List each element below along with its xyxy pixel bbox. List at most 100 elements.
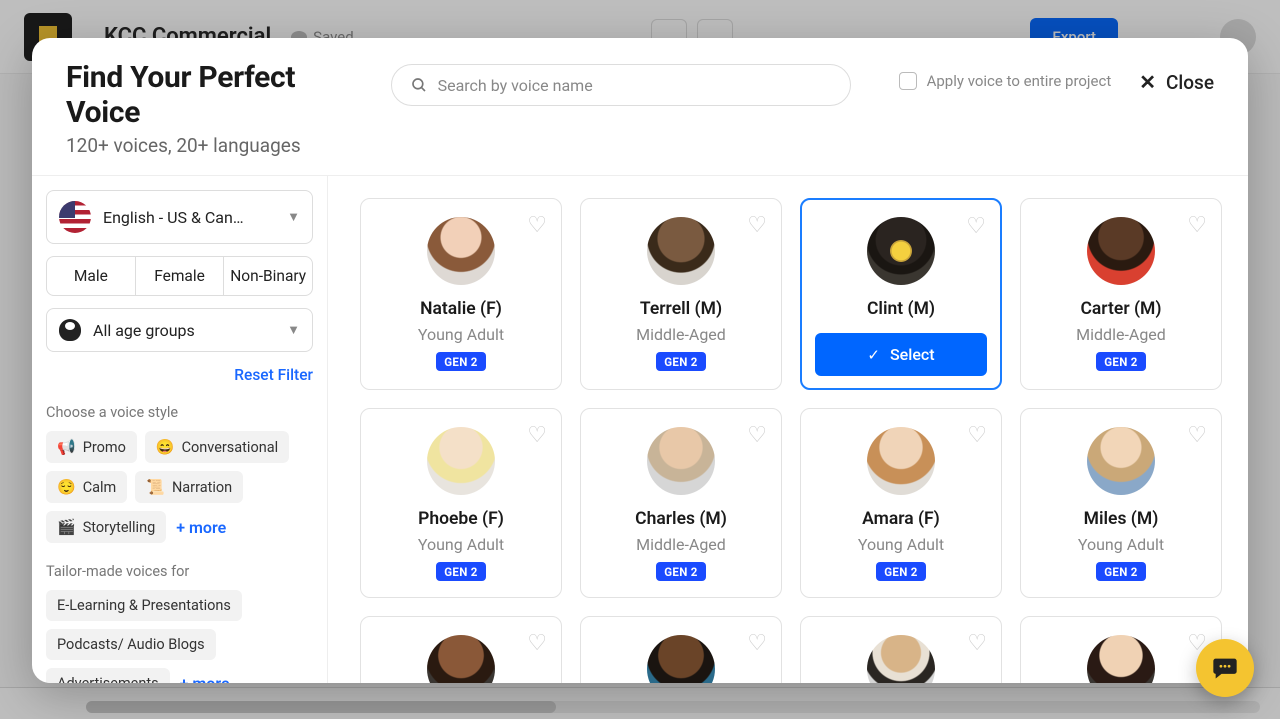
check-icon: ✓ xyxy=(867,346,880,364)
voice-card[interactable]: ♡Ken (M) xyxy=(800,616,1002,683)
gen-badge: GEN 2 xyxy=(436,352,485,371)
style-chip-promo[interactable]: 📢Promo xyxy=(46,431,137,463)
voice-card[interactable]: ♡Amara (F)Young AdultGEN 2 xyxy=(800,408,1002,598)
favorite-icon[interactable]: ♡ xyxy=(747,213,767,238)
chevron-down-icon: ▼ xyxy=(287,322,300,338)
search-box[interactable] xyxy=(391,64,851,106)
voice-card[interactable]: ♡Marcus (M) xyxy=(580,616,782,683)
voice-age: Middle-Aged xyxy=(595,325,767,344)
gender-segmented: Male Female Non-Binary xyxy=(46,256,313,296)
voice-name: Terrell (M) xyxy=(595,299,767,319)
tailor-more-link[interactable]: + more xyxy=(178,670,232,683)
style-chip-storytelling[interactable]: 🎬Storytelling xyxy=(46,511,166,543)
voice-age: Young Adult xyxy=(375,325,547,344)
select-button-label: Select xyxy=(890,345,935,364)
voice-card[interactable]: ♡Phoebe (F)Young AdultGEN 2 xyxy=(360,408,562,598)
gen-badge: GEN 2 xyxy=(1096,562,1145,581)
style-chip-row: 📢Promo 😄Conversational 😌Calm 📜Narration … xyxy=(46,431,313,543)
voice-card[interactable]: ♡ Miles (M) Young Adult GEN 2 xyxy=(1020,408,1222,598)
header-titles: Find Your Perfect Voice 120+ voices, 20+… xyxy=(66,60,343,157)
voice-avatar xyxy=(647,427,715,495)
styles-more-link[interactable]: + more xyxy=(174,514,228,541)
age-select[interactable]: All age groups ▼ xyxy=(46,308,313,352)
voice-card[interactable]: ♡Natalie (F)Young AdultGEN 2 xyxy=(360,198,562,390)
reset-filter-link[interactable]: Reset Filter xyxy=(46,366,313,384)
favorite-icon[interactable]: ♡ xyxy=(527,213,547,238)
modal-header: Find Your Perfect Voice 120+ voices, 20+… xyxy=(32,38,1248,175)
voice-avatar xyxy=(427,635,495,683)
gen-badge: GEN 2 xyxy=(1096,352,1145,371)
apply-entire-project[interactable]: Apply voice to entire project xyxy=(899,72,1112,90)
filter-sidebar: English - US & Can… ▼ Male Female Non-Bi… xyxy=(32,176,328,683)
tailor-section-label: Tailor-made voices for xyxy=(46,563,313,580)
search-input[interactable] xyxy=(438,76,832,95)
style-section-label: Choose a voice style xyxy=(46,404,313,421)
age-value: All age groups xyxy=(93,321,275,340)
gender-option-nonbinary[interactable]: Non-Binary xyxy=(223,257,312,295)
gender-option-male[interactable]: Male xyxy=(47,257,135,295)
scroll-icon: 📜 xyxy=(146,478,165,496)
voice-grid: ♡Natalie (F)Young AdultGEN 2♡Terrell (M)… xyxy=(360,198,1222,683)
voice-card[interactable]: ♡ Terrell (M) Middle-Aged GEN 2 xyxy=(580,198,782,390)
apply-checkbox-label: Apply voice to entire project xyxy=(927,72,1112,90)
voice-card[interactable]: ♡Charles (M)Middle-AgedGEN 2 xyxy=(580,408,782,598)
voice-name: Miles (M) xyxy=(1035,509,1207,529)
style-chip-calm[interactable]: 😌Calm xyxy=(46,471,127,503)
voice-card[interactable]: ♡ Clint (M) ✓ Select xyxy=(800,198,1002,390)
favorite-icon[interactable]: ♡ xyxy=(527,423,547,448)
modal-title: Find Your Perfect Voice xyxy=(66,60,343,130)
voice-avatar xyxy=(867,635,935,683)
modal-subtitle: 120+ voices, 20+ languages xyxy=(66,134,343,157)
voice-avatar xyxy=(867,217,935,285)
relaxed-icon: 😌 xyxy=(57,478,76,496)
gen-badge: GEN 2 xyxy=(656,352,705,371)
voice-avatar xyxy=(1087,635,1155,683)
favorite-icon[interactable]: ♡ xyxy=(1187,423,1207,448)
voice-avatar xyxy=(1087,217,1155,285)
select-voice-button[interactable]: ✓ Select xyxy=(815,333,987,376)
favorite-icon[interactable]: ♡ xyxy=(967,631,987,656)
favorite-icon[interactable]: ♡ xyxy=(1187,213,1207,238)
language-value: English - US & Can… xyxy=(103,208,275,227)
close-icon: ✕ xyxy=(1139,70,1156,94)
voice-avatar xyxy=(647,217,715,285)
chat-icon xyxy=(1211,654,1239,682)
voice-card[interactable]: ♡Alicia (F) xyxy=(1020,616,1222,683)
voice-name: Amara (F) xyxy=(815,509,987,529)
voice-age: Middle-Aged xyxy=(1035,325,1207,344)
chat-fab[interactable] xyxy=(1196,639,1254,697)
gender-option-female[interactable]: Female xyxy=(135,257,224,295)
clapper-icon: 🎬 xyxy=(57,518,76,536)
style-chip-conversational[interactable]: 😄Conversational xyxy=(145,431,289,463)
apply-checkbox[interactable] xyxy=(899,72,917,90)
voice-card[interactable]: ♡ Carter (M) Middle-Aged GEN 2 xyxy=(1020,198,1222,390)
favorite-icon[interactable]: ♡ xyxy=(967,423,987,448)
tailor-chip-row: E-Learning & Presentations Podcasts/ Aud… xyxy=(46,590,313,683)
language-select[interactable]: English - US & Can… ▼ xyxy=(46,190,313,244)
tailor-chip-advertisements[interactable]: Advertisements xyxy=(46,668,170,683)
voice-avatar xyxy=(647,635,715,683)
tailor-chip-elearning[interactable]: E-Learning & Presentations xyxy=(46,590,242,621)
favorite-icon[interactable]: ♡ xyxy=(966,214,986,239)
voice-avatar xyxy=(427,427,495,495)
voice-avatar xyxy=(867,427,935,495)
flag-us-icon xyxy=(59,201,91,233)
voice-card[interactable]: ♡Naomi (F) xyxy=(360,616,562,683)
favorite-icon[interactable]: ♡ xyxy=(747,423,767,448)
modal-body: English - US & Can… ▼ Male Female Non-Bi… xyxy=(32,175,1248,683)
favorite-icon[interactable]: ♡ xyxy=(747,631,767,656)
voice-grid-scroll[interactable]: ♡Natalie (F)Young AdultGEN 2♡Terrell (M)… xyxy=(328,176,1248,683)
tailor-chip-podcasts[interactable]: Podcasts/ Audio Blogs xyxy=(46,629,216,660)
favorite-icon[interactable]: ♡ xyxy=(527,631,547,656)
voice-age: Young Adult xyxy=(375,535,547,554)
close-button[interactable]: ✕ Close xyxy=(1139,70,1214,94)
voice-name: Clint (M) xyxy=(815,299,987,319)
voice-name: Phoebe (F) xyxy=(375,509,547,529)
voice-name: Carter (M) xyxy=(1035,299,1207,319)
gen-badge: GEN 2 xyxy=(656,562,705,581)
style-chip-narration[interactable]: 📜Narration xyxy=(135,471,243,503)
chevron-down-icon: ▼ xyxy=(287,209,300,225)
voice-name: Charles (M) xyxy=(595,509,767,529)
smile-icon: 😄 xyxy=(156,438,175,456)
voice-age: Young Adult xyxy=(1035,535,1207,554)
